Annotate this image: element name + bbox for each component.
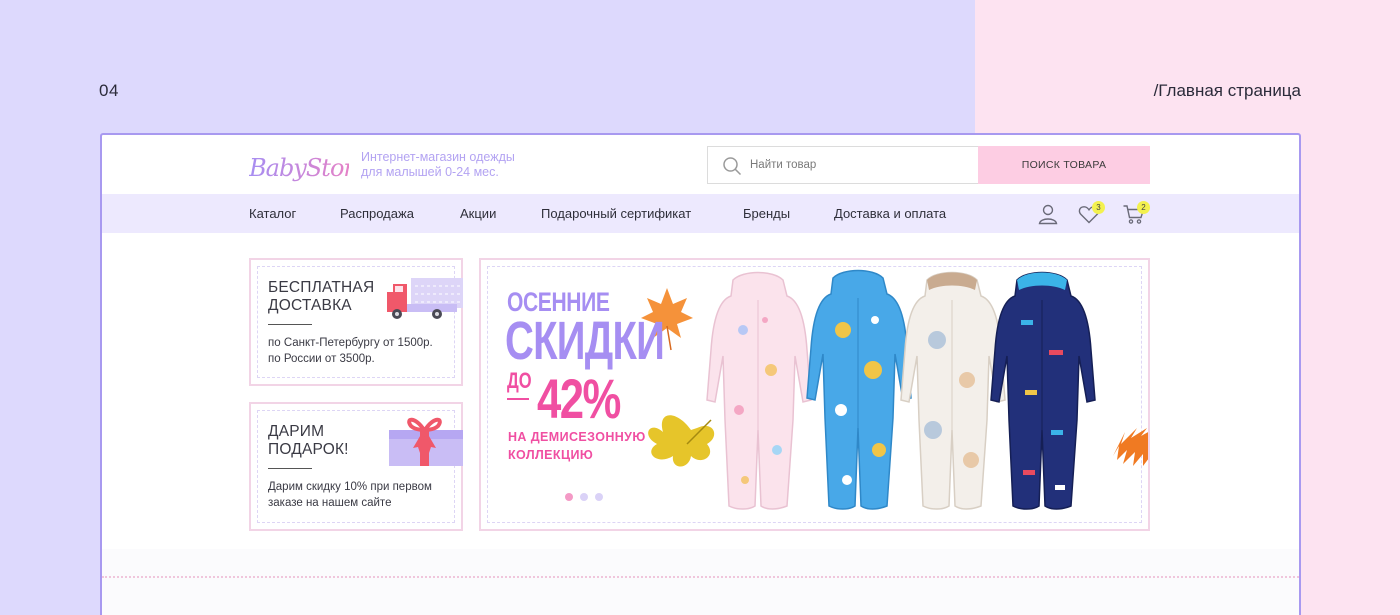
nav-item-sale[interactable]: Распродажа bbox=[340, 206, 414, 221]
search-field bbox=[707, 146, 978, 184]
slide-page-path: /Главная страница bbox=[1153, 81, 1301, 100]
website-mockup: BabyStore Интернет-магазин одежды для ма… bbox=[100, 133, 1301, 615]
search-button[interactable]: ПОИСК ТОВАРА bbox=[978, 146, 1150, 184]
leaf-icon bbox=[648, 415, 715, 467]
babystore-logo[interactable]: BabyStore bbox=[249, 146, 349, 192]
nav-item-catalog[interactable]: Каталог bbox=[249, 206, 296, 221]
slide-number: 04 bbox=[99, 81, 119, 100]
banner-discount-percent: 42% bbox=[537, 367, 621, 430]
search-icon bbox=[723, 157, 742, 176]
favorites-count-badge: 3 bbox=[1092, 201, 1105, 214]
banner-upto: ДО bbox=[507, 368, 532, 393]
banner-heading-line2: СКИДКИ bbox=[505, 311, 665, 371]
cart-count-badge: 2 bbox=[1137, 201, 1150, 214]
gift-promo-card[interactable]: ДАРИМ ПОДАРОК! Дарим скидку 10% при перв… bbox=[249, 402, 463, 531]
card-divider bbox=[268, 468, 312, 469]
nav-item-promotions[interactable]: Акции bbox=[460, 206, 496, 221]
product-jumpsuit-beige bbox=[900, 271, 1006, 510]
hero-banner[interactable]: ОСЕННИЕ СКИДКИ ДО 42% НА ДЕМИСЕЗОННУЮ КО… bbox=[479, 258, 1150, 531]
truck-icon bbox=[387, 278, 463, 319]
free-delivery-card[interactable]: БЕСПЛАТНАЯ ДОСТАВКА по Санкт-Петербургу … bbox=[249, 258, 463, 386]
gift-icon bbox=[389, 417, 463, 466]
product-jumpsuit-navy bbox=[990, 271, 1096, 510]
section-divider bbox=[102, 576, 1299, 578]
site-tagline: Интернет-магазин одежды для малышей 0-24… bbox=[361, 150, 515, 179]
product-jumpsuit-pink bbox=[706, 271, 812, 510]
carousel-dot-2[interactable] bbox=[580, 493, 588, 501]
product-jumpsuit-blue bbox=[806, 269, 912, 510]
carousel-dot-3[interactable] bbox=[595, 493, 603, 501]
rowan-leaf-icon bbox=[1113, 428, 1148, 466]
user-icon[interactable] bbox=[1036, 202, 1060, 226]
nav-item-delivery-payment[interactable]: Доставка и оплата bbox=[834, 206, 946, 221]
banner-subtitle: НА ДЕМИСЕЗОННУЮ КОЛЛЕКЦИЮ bbox=[508, 430, 646, 462]
svg-text:BabyStore: BabyStore bbox=[249, 154, 349, 182]
card-title: ДАРИМ ПОДАРОК! bbox=[268, 423, 349, 458]
card-text: Дарим скидку 10% при первом заказе на на… bbox=[268, 481, 432, 509]
card-text: по Санкт-Петербургу от 1500р. по России … bbox=[268, 337, 433, 365]
card-title: БЕСПЛАТНАЯ ДОСТАВКА bbox=[268, 279, 375, 314]
nav-item-brands[interactable]: Бренды bbox=[743, 206, 790, 221]
search-input[interactable] bbox=[750, 148, 970, 182]
banner-upto-underline bbox=[507, 398, 529, 400]
nav-item-gift-certificate[interactable]: Подарочный сертификат bbox=[541, 206, 691, 221]
content-footer-strip bbox=[102, 549, 1299, 615]
card-divider bbox=[268, 324, 312, 325]
main-nav: Каталог Распродажа Акции Подарочный серт… bbox=[102, 194, 1299, 233]
carousel-dot-1[interactable] bbox=[565, 493, 573, 501]
